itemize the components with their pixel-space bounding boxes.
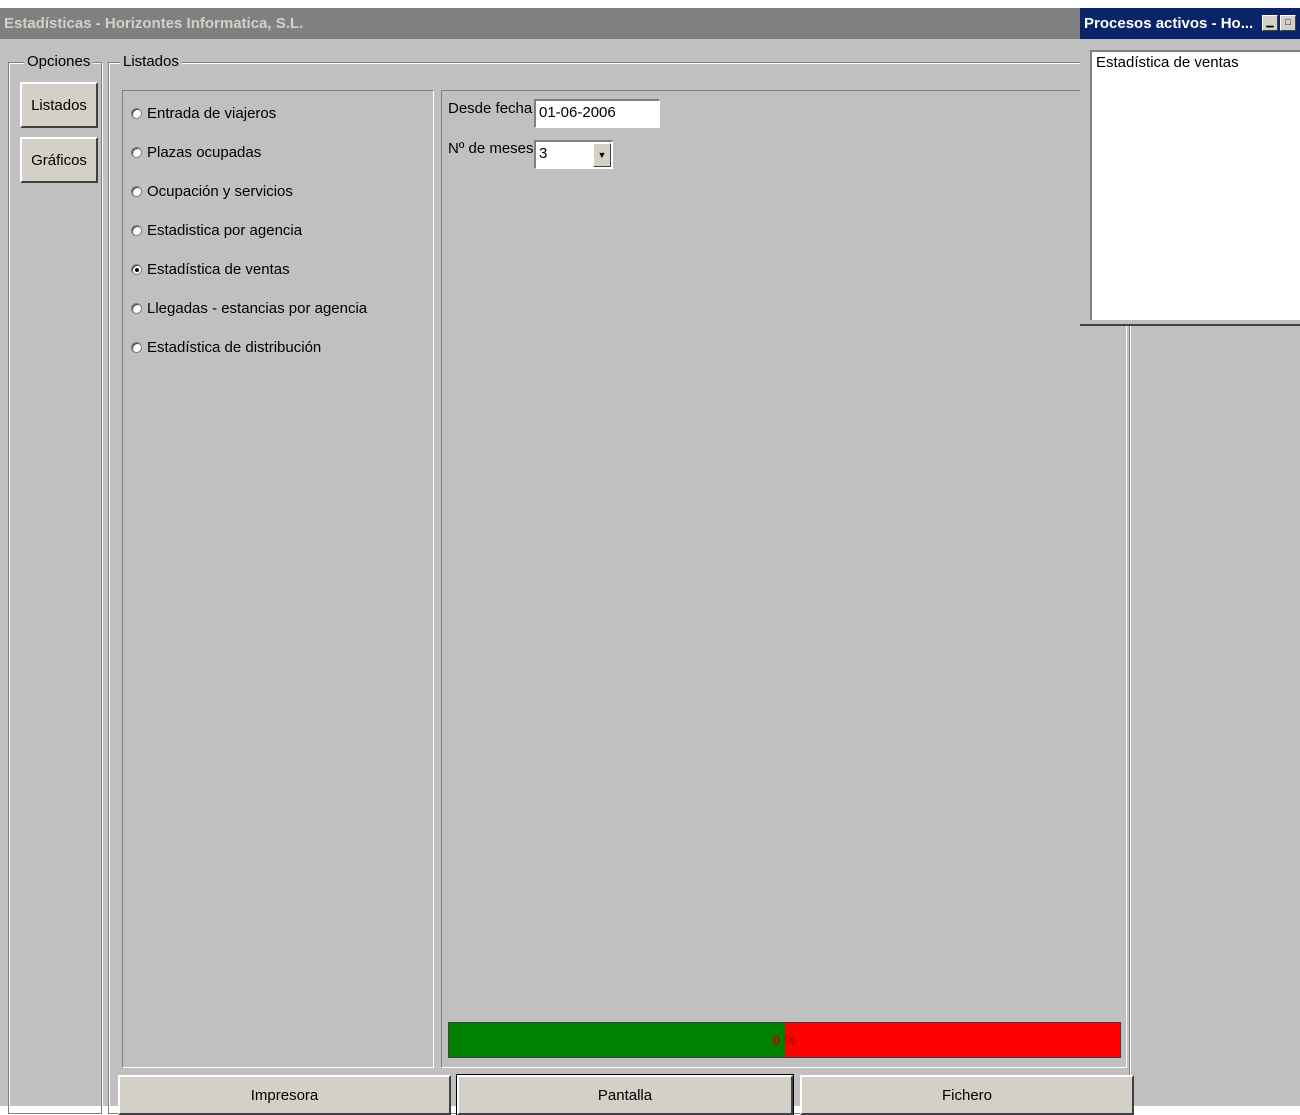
- report-option-label: Llegadas - estancias por agencia: [147, 299, 368, 317]
- report-option-entrada-viajeros[interactable]: Entrada de viajeros: [131, 103, 276, 123]
- graficos-button[interactable]: Gráficos: [20, 137, 98, 183]
- fichero-button-label: Fichero: [941, 1086, 993, 1104]
- report-option-estadistica-ventas[interactable]: Estadística de ventas: [131, 259, 290, 279]
- process-item[interactable]: Estadística de ventas: [1092, 52, 1300, 73]
- radio-button[interactable]: [131, 341, 142, 353]
- radio-button[interactable]: [131, 146, 142, 158]
- window-title: Estadísticas - Horizontes Informatica, S…: [4, 15, 304, 32]
- radio-button[interactable]: [131, 185, 142, 197]
- radio-button-selected[interactable]: [131, 263, 142, 275]
- report-option-estadistica-agencia[interactable]: Estadistica por agencia: [131, 220, 302, 240]
- report-option-label: Estadística de distribución: [147, 338, 322, 356]
- radio-button[interactable]: [131, 107, 142, 119]
- options-legend: Opciones: [24, 53, 94, 71]
- desde-fecha-value: 01-06-2006: [539, 104, 616, 121]
- listados-legend: Listados: [120, 53, 182, 71]
- options-group: [8, 62, 102, 1114]
- desde-fecha-label: Desde fecha: [448, 100, 533, 117]
- report-option-label: Ocupación y servicios: [147, 182, 293, 200]
- minimize-icon[interactable]: ▁: [1262, 15, 1278, 31]
- report-option-label: Estadistica por agencia: [147, 221, 303, 239]
- report-option-label: Plazas ocupadas: [147, 143, 262, 161]
- chevron-down-icon[interactable]: ▼: [593, 143, 611, 167]
- active-processes-title-bar: Procesos activos - Ho... ▁ □: [1080, 8, 1300, 39]
- listados-button[interactable]: Listados: [20, 82, 98, 128]
- report-parameters-panel: [441, 90, 1127, 1068]
- active-processes-list: Estadística de ventas: [1090, 50, 1300, 320]
- report-type-panel: Entrada de viajeros Plazas ocupadas Ocup…: [122, 90, 434, 1068]
- report-option-llegadas-estancias[interactable]: Llegadas - estancias por agencia: [131, 298, 367, 318]
- active-processes-title: Procesos activos - Ho...: [1084, 15, 1254, 32]
- fichero-button[interactable]: Fichero: [800, 1075, 1134, 1115]
- impresora-button[interactable]: Impresora: [118, 1075, 451, 1115]
- meses-value: 3: [539, 145, 548, 162]
- pantalla-button[interactable]: Pantalla: [456, 1074, 794, 1115]
- active-processes-window: Procesos activos - Ho... ▁ □ Estadística…: [1080, 8, 1300, 326]
- radio-button[interactable]: [131, 224, 142, 236]
- progress-bar: 0 %: [448, 1022, 1121, 1058]
- report-option-estadistica-distribucion[interactable]: Estadística de distribución: [131, 337, 321, 357]
- meses-select[interactable]: 3 ▼: [534, 140, 613, 169]
- pantalla-button-label: Pantalla: [597, 1086, 653, 1104]
- report-option-ocupacion-servicios[interactable]: Ocupación y servicios: [131, 181, 293, 201]
- progress-text: 0 %: [772, 1032, 797, 1048]
- report-option-label: Entrada de viajeros: [147, 104, 277, 122]
- radio-button[interactable]: [131, 302, 142, 314]
- report-option-label: Estadística de ventas: [147, 260, 290, 278]
- report-option-plazas-ocupadas[interactable]: Plazas ocupadas: [131, 142, 261, 162]
- impresora-button-label: Impresora: [250, 1086, 319, 1104]
- maximize-icon[interactable]: □: [1280, 15, 1296, 31]
- meses-label: Nº de meses: [448, 140, 534, 157]
- desde-fecha-input[interactable]: 01-06-2006: [534, 99, 660, 128]
